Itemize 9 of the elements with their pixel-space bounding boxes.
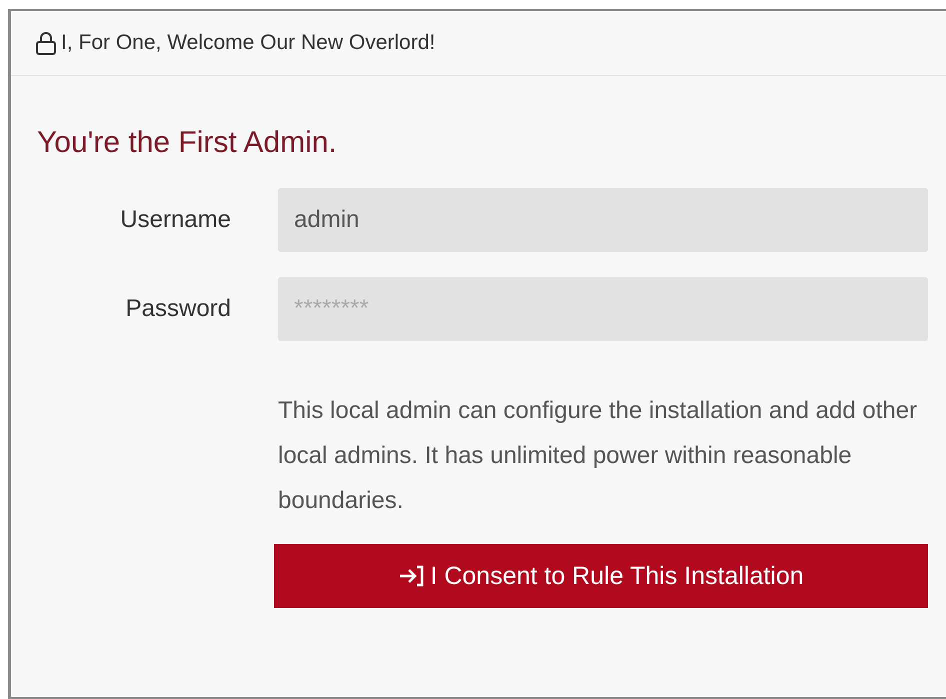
panel-title: I, For One, Welcome Our New Overlord!	[61, 31, 436, 55]
input-field[interactable]: admin	[278, 188, 928, 252]
input-field[interactable]: ********	[278, 277, 928, 341]
field-label: Username	[119, 206, 231, 234]
field-label: Password	[124, 295, 231, 323]
heading: You're the First Admin.	[37, 126, 338, 160]
submit-button[interactable]: I Consent to Rule This Installation	[274, 544, 928, 608]
description: This local admin can configure the installation and add other local admins. It has unlimited power within reasonable boundaries.	[278, 396, 918, 516]
lock-icon	[35, 30, 57, 56]
